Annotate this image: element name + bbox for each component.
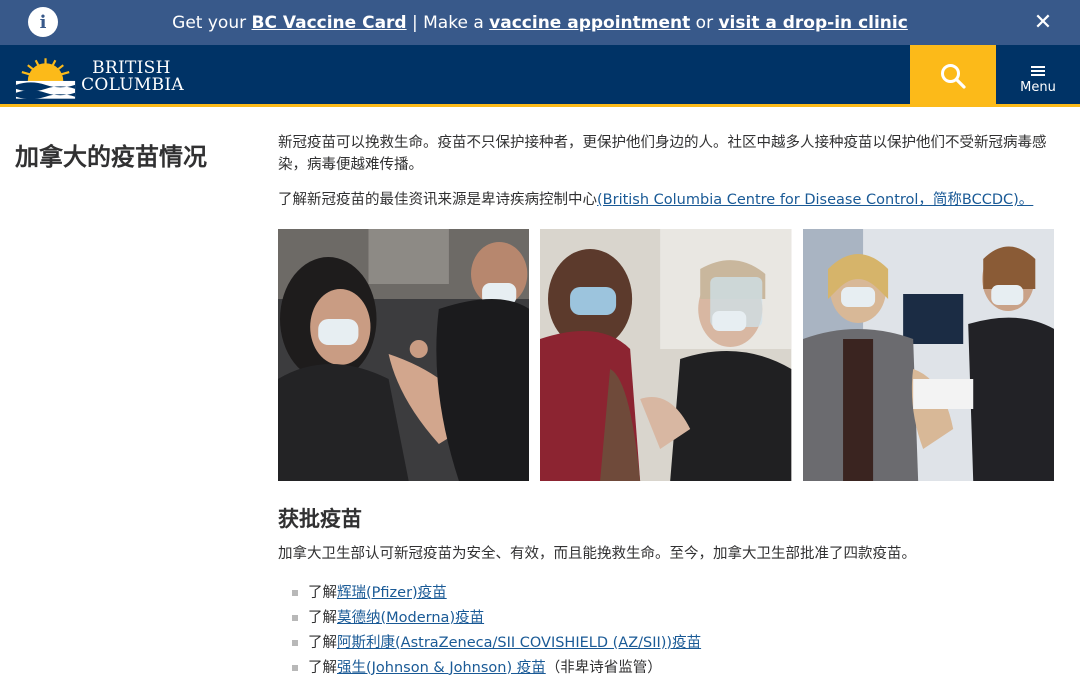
- bullet-icon: [292, 639, 298, 646]
- bccdc-link[interactable]: (British Columbia Centre for Disease Con…: [597, 192, 1033, 208]
- moderna-link[interactable]: 莫德纳(Moderna)疫苗: [337, 607, 484, 629]
- vaccine-prefix: 了解: [308, 584, 337, 601]
- vaccine-prefix: 了解: [308, 609, 337, 626]
- close-icon[interactable]: ✕: [1030, 9, 1056, 35]
- list-item: 了解 莫德纳(Moderna)疫苗: [292, 605, 701, 630]
- site-header: BRITISH COLUMBIA Menu: [0, 45, 1080, 107]
- menu-label: Menu: [1020, 79, 1056, 95]
- search-icon: [941, 64, 966, 89]
- vaccine-list: 了解 辉瑞(Pfizer)疫苗 了解 莫德纳(Moderna)疫苗 了解 阿斯利康(…: [292, 580, 701, 680]
- menu-button[interactable]: Menu: [996, 45, 1080, 107]
- logo-line-columbia: COLUMBIA: [81, 75, 184, 95]
- sunset-logo-icon: [15, 58, 76, 99]
- vaccine-prefix: 了解: [308, 659, 337, 676]
- vaccine-prefix: 了解: [308, 634, 337, 651]
- banner-text-3: or: [690, 12, 719, 33]
- vaccination-photo-3: [802, 229, 1054, 481]
- intro-paragraph: 新冠疫苗可以挽救生命。疫苗不只保护接种者，更保护他们身边的人。社区中越多人接种疫…: [278, 135, 1047, 173]
- info-paragraph: 了解新冠疫苗的最佳资讯来源是卑诗疾病控制中心(British Columbia …: [278, 189, 1058, 211]
- alert-banner: i Get your BC Vaccine Card | Make a vacc…: [0, 0, 1080, 45]
- bullet-icon: [292, 614, 298, 621]
- astrazeneca-link[interactable]: 阿斯利康(AstraZeneca/SII COVISHIELD (AZ/SII)…: [337, 632, 701, 654]
- list-item: 了解 辉瑞(Pfizer)疫苗: [292, 580, 701, 605]
- info-prefix: 了解新冠疫苗的最佳资讯来源是卑诗疾病控制中心: [278, 192, 597, 208]
- bullet-icon: [292, 664, 298, 671]
- approved-vaccines-heading: 获批疫苗: [278, 507, 362, 531]
- page-title: 加拿大的疫苗情况: [15, 143, 207, 171]
- info-icon: i: [28, 7, 58, 37]
- photo-strip: [278, 229, 1054, 481]
- main-content: 新冠疫苗可以挽救生命。疫苗不只保护接种者，更保护他们身边的人。社区中越多人接种疫…: [278, 132, 1058, 211]
- banner-text-2: | Make a: [406, 12, 490, 33]
- drop-in-clinic-link[interactable]: visit a drop-in clinic: [718, 13, 907, 33]
- banner-text-1: Get your: [172, 12, 252, 33]
- vaccination-photo-1: [278, 229, 530, 481]
- bullet-icon: [292, 589, 298, 596]
- bc-logo[interactable]: BRITISH COLUMBIA: [14, 55, 184, 99]
- hamburger-icon: [1031, 65, 1045, 76]
- search-button[interactable]: [910, 45, 996, 107]
- banner-message: Get your BC Vaccine Card | Make a vaccin…: [172, 13, 908, 33]
- vaccination-photo-2: [540, 229, 792, 481]
- vaccine-appointment-link[interactable]: vaccine appointment: [489, 13, 690, 33]
- bc-vaccine-card-link[interactable]: BC Vaccine Card: [252, 13, 407, 33]
- list-item: 了解 阿斯利康(AstraZeneca/SII COVISHIELD (AZ/S…: [292, 630, 701, 655]
- list-item: 了解 强生(Johnson & Johnson) 疫苗 （非卑诗省监管）: [292, 655, 701, 680]
- johnson-link[interactable]: 强生(Johnson & Johnson) 疫苗: [337, 657, 546, 679]
- approved-vaccines-text: 加拿大卫生部认可新冠疫苗为安全、有效，而且能挽救生命。至今，加拿大卫生部批准了四…: [278, 546, 916, 562]
- logo-wordmark: BRITISH COLUMBIA: [81, 60, 184, 94]
- vaccine-suffix: （非卑诗省监管）: [545, 659, 662, 676]
- pfizer-link[interactable]: 辉瑞(Pfizer)疫苗: [337, 582, 447, 604]
